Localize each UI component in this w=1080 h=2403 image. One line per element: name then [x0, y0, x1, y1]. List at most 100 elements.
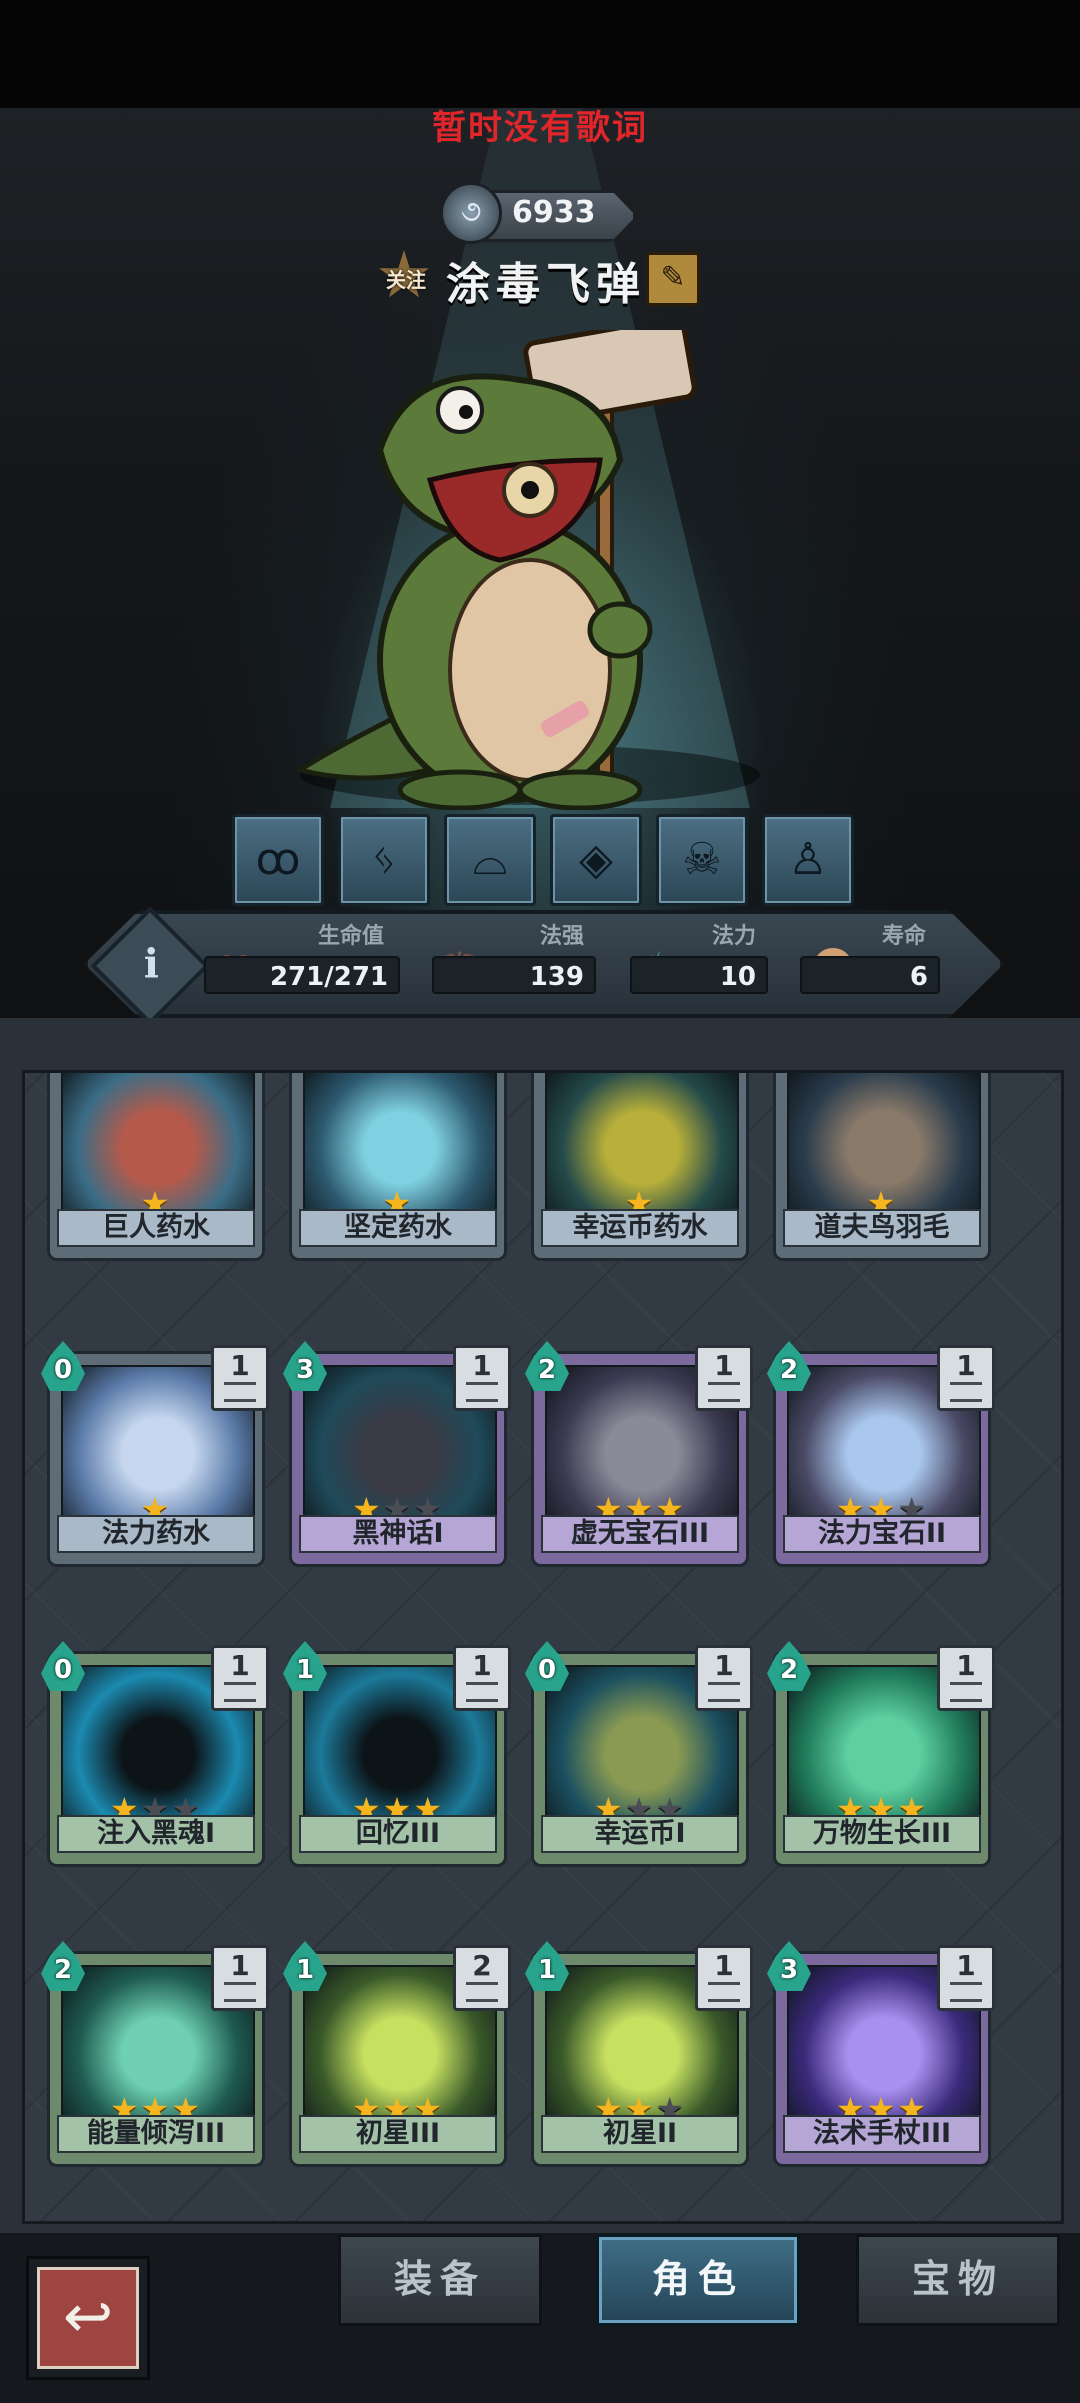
card-count-value: 1 — [230, 1949, 250, 1982]
mana-cost-badge: 0 — [525, 1641, 569, 1691]
back-arrow-icon: ↩ — [37, 2267, 139, 2369]
mana-value: 10 — [630, 956, 768, 994]
card-count-badge: 1 — [211, 1345, 269, 1411]
curse-swirl-icon[interactable]: ꝏ — [232, 814, 324, 906]
hero-figure-icon[interactable]: ♙ — [762, 814, 854, 906]
card[interactable]: ★★★ 法力宝石II 2 1 — [767, 1341, 995, 1567]
card-name: 回忆III — [299, 1815, 497, 1853]
card[interactable]: ★ 道夫鸟羽毛 — [773, 1073, 991, 1261]
card-stack-icon — [950, 1982, 982, 2002]
card-name: 初星II — [541, 2115, 739, 2153]
card-count-badge: 1 — [453, 1645, 511, 1711]
card-stack-icon — [466, 1682, 498, 1702]
card-count-value: 1 — [714, 1649, 734, 1682]
mana-cost-badge: 0 — [41, 1341, 85, 1391]
mana-cost-badge: 1 — [525, 1941, 569, 1991]
spell-power-label: 法强 — [540, 924, 585, 949]
card-name: 坚定药水 — [299, 1209, 497, 1247]
skull-icon[interactable]: ☠ — [656, 814, 748, 906]
card-stack-icon — [950, 1382, 982, 1402]
mana-cost-badge: 2 — [525, 1341, 569, 1391]
card[interactable]: ★ 巨人药水 — [47, 1073, 265, 1261]
card-count-value: 2 — [472, 1949, 492, 1982]
card[interactable]: ★★★ 初星II 1 1 — [525, 1941, 753, 2167]
card[interactable]: ★★★ 能量倾泻III 2 1 — [41, 1941, 269, 2167]
cards-icon[interactable]: ◈ — [550, 814, 642, 906]
card-name: 万物生长III — [783, 1815, 981, 1853]
mana-label: 法力 — [712, 924, 757, 949]
mana-cost-badge: 2 — [767, 1641, 811, 1691]
card[interactable]: ★★★ 黑神话I 3 1 — [283, 1341, 511, 1567]
hero-name: 涂毒飞弹 — [446, 259, 646, 310]
card-count-value: 1 — [714, 1349, 734, 1382]
crocodile-character — [293, 330, 697, 810]
card-name: 注入黑魂I — [57, 1815, 255, 1853]
card-count-badge: 1 — [211, 1645, 269, 1711]
tab-treasure[interactable]: 宝物 — [856, 2234, 1060, 2326]
mana-cost-badge: 2 — [767, 1341, 811, 1391]
card-count-badge: 1 — [695, 1945, 753, 2011]
card-name: 黑神话I — [299, 1515, 497, 1553]
card[interactable]: ★★★ 幸运币I 0 1 — [525, 1641, 753, 1867]
card-count-badge: 1 — [453, 1345, 511, 1411]
follow-button[interactable]: 关注 — [378, 250, 430, 302]
card-name: 法力宝石II — [783, 1515, 981, 1553]
info-icon: i — [143, 940, 160, 988]
cowboy-hat-icon[interactable]: ⌓ — [444, 814, 536, 906]
lives-value: 6 — [800, 956, 940, 994]
card-count-badge: 1 — [937, 1345, 995, 1411]
card-name: 巨人药水 — [57, 1209, 255, 1247]
card-grid: ★ 巨人药水 ★ 坚定药水 ★ 幸运币药水 ★ 道夫鸟羽毛 ★ 法力药水 0 1 ★★★ 黑神话I 3 1 ★★… — [22, 1070, 1064, 2224]
card-stack-icon — [224, 1382, 256, 1402]
card[interactable]: ★★★ 初星III 1 2 — [283, 1941, 511, 2167]
mana-cost-badge: 1 — [283, 1941, 327, 1991]
edit-name-button[interactable]: ✎ — [646, 252, 700, 306]
card-count-badge: 2 — [453, 1945, 511, 2011]
back-button[interactable]: ↩ — [26, 2256, 150, 2380]
card-stack-icon — [466, 1982, 498, 2002]
card[interactable]: ★ 法力药水 0 1 — [41, 1341, 269, 1567]
card-name: 法术手杖III — [783, 2115, 981, 2153]
pencil-icon: ✎ — [660, 260, 686, 295]
card-count-value: 1 — [956, 1349, 976, 1382]
tab-equipment[interactable]: 装备 — [338, 2234, 542, 2326]
mana-cost-badge: 3 — [767, 1941, 811, 1991]
rune-icon[interactable]: ᛃ — [338, 814, 430, 906]
card-deck-panel: ★ 巨人药水 ★ 坚定药水 ★ 幸运币药水 ★ 道夫鸟羽毛 ★ 法力药水 0 1 ★★★ 黑神话I 3 1 ★★… — [0, 1018, 1080, 2230]
card[interactable]: ★★★ 注入黑魂I 0 1 — [41, 1641, 269, 1867]
lives-label: 寿命 — [882, 924, 927, 949]
card-name: 幸运币I — [541, 1815, 739, 1853]
card-count-badge: 1 — [211, 1945, 269, 2011]
card-name: 初星III — [299, 2115, 497, 2153]
card[interactable]: ★★★ 回忆III 1 1 — [283, 1641, 511, 1867]
soul-counter: ૭ 6933 — [440, 182, 640, 244]
card-count-badge: 1 — [695, 1345, 753, 1411]
spell-power-value: 139 — [432, 956, 596, 994]
card[interactable]: ★★★ 法术手杖III 3 1 — [767, 1941, 995, 2167]
card-count-value: 1 — [956, 1949, 976, 1982]
card-name: 道夫鸟羽毛 — [783, 1209, 981, 1247]
tab-character[interactable]: 角色 — [596, 2234, 800, 2326]
card-stack-icon — [466, 1382, 498, 1402]
card-count-value: 1 — [472, 1649, 492, 1682]
card-count-value: 1 — [230, 1649, 250, 1682]
mana-cost-badge: 0 — [41, 1641, 85, 1691]
hp-value: 271/271 — [204, 956, 400, 994]
card[interactable]: ★ 坚定药水 — [289, 1073, 507, 1261]
card-stack-icon — [224, 1682, 256, 1702]
card-stack-icon — [950, 1682, 982, 1702]
card-count-badge: 1 — [937, 1645, 995, 1711]
card[interactable]: ★★★ 虚无宝石III 2 1 — [525, 1341, 753, 1567]
status-bar — [0, 0, 1080, 108]
card-count-value: 1 — [956, 1649, 976, 1682]
card-count-value: 1 — [714, 1949, 734, 1982]
card[interactable]: ★ 幸运币药水 — [531, 1073, 749, 1261]
card[interactable]: ★★★ 万物生长III 2 1 — [767, 1641, 995, 1867]
card-name: 虚无宝石III — [541, 1515, 739, 1553]
card-stack-icon — [708, 1682, 740, 1702]
card-name: 能量倾泻III — [57, 2115, 255, 2153]
follow-label: 关注 — [386, 268, 426, 292]
card-stack-icon — [224, 1982, 256, 2002]
mana-cost-badge: 2 — [41, 1941, 85, 1991]
lyric-text: 暂时没有歌词 — [432, 108, 648, 148]
